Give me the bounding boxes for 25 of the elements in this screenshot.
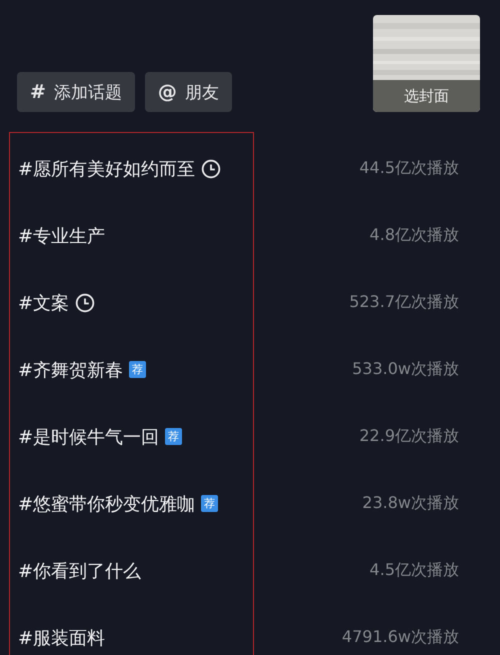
topic-title[interactable]: #悠蜜带你秒变优雅咖 xyxy=(18,492,196,516)
play-count: 4791.6w次播放 xyxy=(342,627,459,648)
topic-title[interactable]: #服装面料 xyxy=(18,626,106,650)
play-count: 4.8亿次播放 xyxy=(370,225,459,246)
play-count: 22.9亿次播放 xyxy=(359,426,459,447)
cover-thumbnail[interactable]: 选封面 xyxy=(373,15,480,112)
recommend-badge: 荐 xyxy=(165,428,182,445)
play-count: 4.5亿次播放 xyxy=(370,560,459,581)
recommend-badge: 荐 xyxy=(129,361,146,378)
topic-title[interactable]: #你看到了什么 xyxy=(18,558,142,582)
cover-label: 选封面 xyxy=(373,80,480,112)
clock-icon xyxy=(75,292,96,312)
topic-title[interactable]: #文案 xyxy=(18,290,70,314)
topic-title[interactable]: #是时候牛气一回 xyxy=(18,424,160,448)
play-count: 533.0w次播放 xyxy=(352,359,459,380)
topic-title[interactable]: #愿所有美好如约而至 xyxy=(18,156,196,180)
topic-title[interactable]: #齐舞贺新春 xyxy=(18,358,124,382)
topic-title[interactable]: #专业生产 xyxy=(18,224,106,248)
recommend-badge: 荐 xyxy=(201,495,218,512)
play-count: 23.8w次播放 xyxy=(362,493,459,514)
clock-icon xyxy=(201,158,222,178)
tag-button[interactable]: # 添加话题 xyxy=(17,72,135,112)
play-count: 44.5亿次播放 xyxy=(359,158,459,179)
play-count: 523.7亿次播放 xyxy=(349,292,459,313)
tag-button[interactable]: @ 朋友 xyxy=(144,72,232,112)
